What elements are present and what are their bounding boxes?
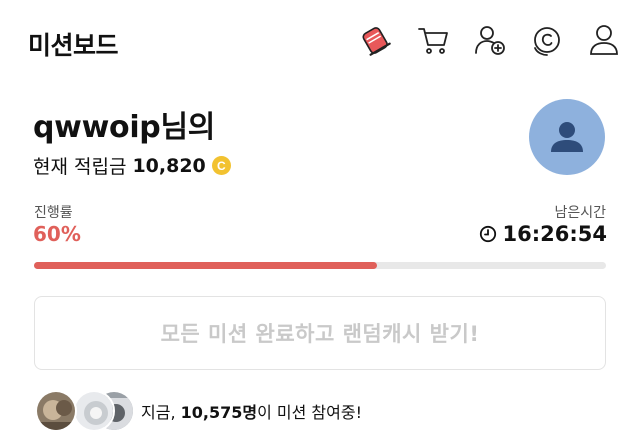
cart-icon[interactable]	[415, 22, 451, 58]
time-remaining: 16:26:54	[479, 222, 607, 246]
participants-count: 10,575명	[180, 403, 258, 422]
username: qwwoip	[33, 110, 161, 145]
claim-random-cash-button[interactable]: 모든 미션 완료하고 랜덤캐시 받기!	[34, 296, 606, 370]
points-line: 현재 적립금 10,820 C	[33, 152, 231, 179]
coin-icon[interactable]	[529, 22, 565, 58]
profile-icon[interactable]	[586, 22, 622, 58]
participants-prefix: 지금,	[141, 403, 181, 422]
points-label: 현재 적립금	[33, 156, 127, 178]
profile-summary: qwwoip님의 현재 적립금 10,820 C	[33, 102, 231, 179]
participant-avatar	[35, 390, 77, 432]
participants-info: 지금, 10,575명이 미션 참여중!	[35, 390, 362, 432]
header: 미션보드	[0, 0, 640, 90]
progress-bar-fill	[34, 262, 378, 269]
participant-avatars	[35, 390, 135, 432]
avatar[interactable]	[529, 99, 605, 175]
clock-icon	[479, 225, 497, 243]
participants-text: 지금, 10,575명이 미션 참여중!	[141, 399, 362, 423]
progress-percent: 60%	[33, 222, 81, 246]
shoe-icon[interactable]	[358, 22, 394, 58]
greeting: qwwoip님의	[33, 102, 231, 146]
add-friend-icon[interactable]	[472, 22, 508, 58]
header-icons	[358, 22, 622, 58]
username-suffix: 님의	[160, 110, 216, 145]
time-remaining-label: 남은시간	[554, 205, 606, 221]
progress-bar	[34, 262, 606, 269]
participant-avatar	[73, 390, 115, 432]
points-value: 10,820	[132, 154, 206, 177]
coin-badge-icon: C	[211, 156, 231, 175]
page-title: 미션보드	[28, 31, 119, 60]
participants-suffix: 이 미션 참여중!	[257, 403, 362, 422]
progress-label: 진행률	[34, 205, 73, 221]
time-remaining-value: 16:26:54	[502, 222, 607, 246]
